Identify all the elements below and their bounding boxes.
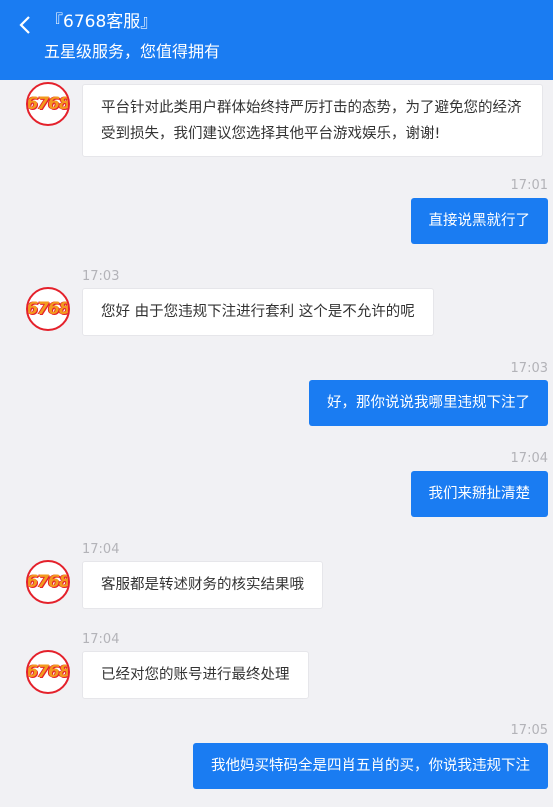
chat-header: 『6768客服』 五星级服务，您值得拥有: [0, 0, 553, 80]
outgoing-message[interactable]: 直接说黑就行了: [410, 198, 548, 244]
message-time: 17:01: [510, 178, 548, 193]
message-time: 17:03: [82, 269, 120, 284]
incoming-message[interactable]: 已经对您的账号进行最终处理: [82, 651, 309, 699]
agent-avatar[interactable]: 6768: [26, 287, 70, 331]
avatar-logo-text: 6768: [26, 94, 70, 114]
message-time: 17:05: [510, 723, 548, 738]
agent-avatar[interactable]: 6768: [26, 560, 70, 604]
chat-title: 『6768客服』: [46, 12, 158, 32]
message-time: 17:04: [82, 632, 120, 647]
avatar-logo-text: 6768: [26, 662, 70, 682]
outgoing-message[interactable]: 好，那你说说我哪里违规下注了: [309, 380, 548, 426]
incoming-message[interactable]: 平台针对此类用户群体始终持严厉打击的态势，为了避免您的经济受到损失，我们建议您选…: [82, 84, 543, 157]
agent-avatar[interactable]: 6768: [26, 82, 70, 126]
chat-subtitle: 五星级服务，您值得拥有: [44, 42, 221, 61]
outgoing-message[interactable]: 我他妈买特码全是四肖五肖的买，你说我违规下注: [193, 743, 548, 789]
back-arrow-icon[interactable]: [14, 14, 36, 36]
agent-avatar[interactable]: 6768: [26, 650, 70, 694]
avatar-logo-text: 6768: [26, 299, 70, 319]
message-time: 17:03: [510, 361, 548, 376]
incoming-message[interactable]: 客服都是转述财务的核实结果哦: [82, 561, 323, 609]
outgoing-message[interactable]: 我们来掰扯清楚: [410, 471, 548, 517]
message-list[interactable]: 6768 平台针对此类用户群体始终持严厉打击的态势，为了避免您的经济受到损失，我…: [0, 80, 553, 807]
message-time: 17:04: [82, 542, 120, 557]
message-time: 17:04: [510, 451, 548, 466]
incoming-message[interactable]: 您好 由于您违规下注进行套利 这个是不允许的呢: [82, 288, 434, 336]
avatar-logo-text: 6768: [26, 572, 70, 592]
